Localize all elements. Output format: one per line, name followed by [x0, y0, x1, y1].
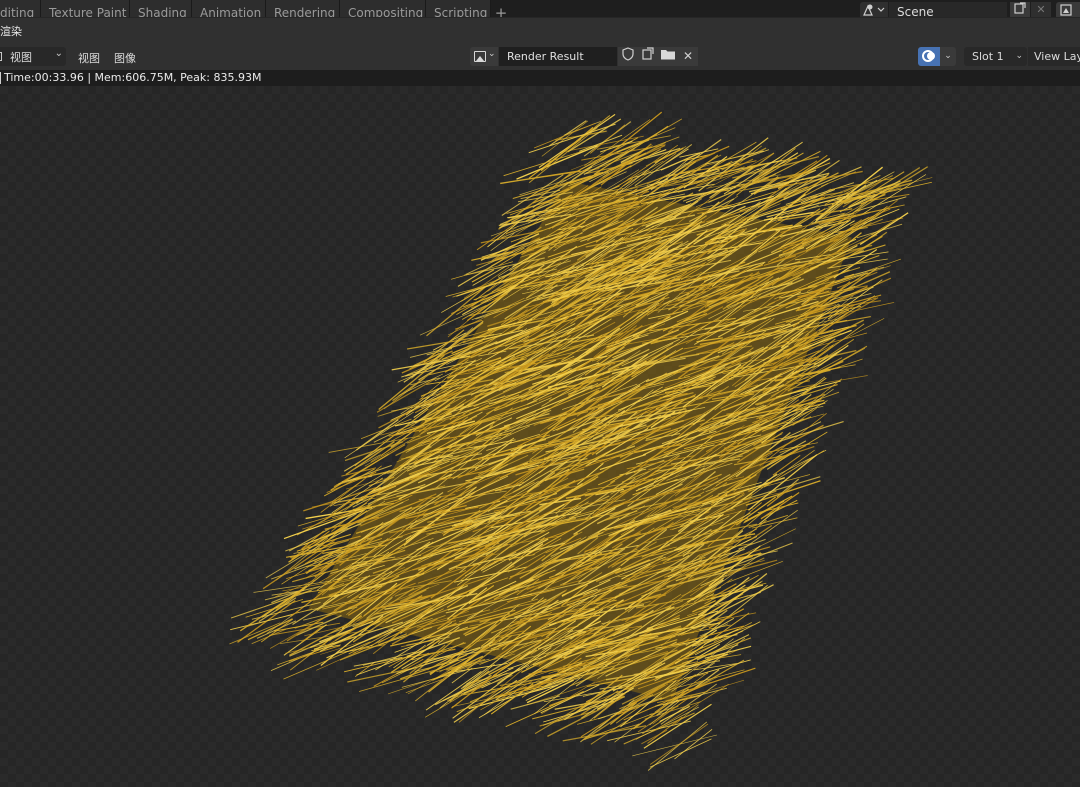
- window-title: 渲染: [0, 25, 22, 38]
- hair-strand: [855, 231, 888, 255]
- hair-strand: [788, 378, 843, 421]
- chevron-down-icon[interactable]: ⌄: [940, 47, 956, 66]
- workspace-tab-bar: diting Texture Paint Shading Animation R…: [0, 0, 1080, 17]
- add-workspace-button[interactable]: +: [491, 0, 511, 17]
- tab-label: Scripting: [434, 6, 488, 17]
- tab-label: Compositing: [348, 6, 424, 17]
- image-editor-icon: [0, 52, 2, 61]
- tab-layout-editing[interactable]: diting: [0, 0, 41, 17]
- color-alpha-icon-fill: [927, 52, 935, 60]
- display-channels-button[interactable]: [918, 47, 940, 66]
- tab-compositing[interactable]: Compositing: [340, 0, 426, 17]
- render-result-image: [229, 111, 933, 771]
- shield-icon[interactable]: [618, 47, 638, 66]
- chevron-down-icon: ⌄: [488, 49, 496, 59]
- menu-view[interactable]: 视图: [78, 50, 100, 66]
- render-stats: Time:00:33.96 | Mem:606.75M, Peak: 835.9…: [0, 70, 1080, 86]
- scene-browse-icon[interactable]: [860, 2, 888, 17]
- editor-mode-label: 视图: [10, 51, 32, 64]
- hair-strand: [548, 120, 587, 147]
- hair-strand: [861, 174, 927, 215]
- chevron-down-icon: ⌄: [54, 48, 63, 59]
- render-canvas[interactable]: [0, 86, 1080, 787]
- window-title-bar: 渲染: [0, 17, 1080, 43]
- tab-label: Shading: [138, 6, 187, 17]
- tab-texture-paint[interactable]: Texture Paint: [41, 0, 130, 17]
- hair-strand: [632, 734, 717, 757]
- hair-strand: [744, 495, 793, 523]
- tab-animation[interactable]: Animation: [192, 0, 266, 17]
- tab-rendering[interactable]: Rendering: [266, 0, 340, 17]
- tab-label: Texture Paint: [49, 6, 127, 17]
- new-image-icon[interactable]: [638, 47, 658, 66]
- hair-strand: [344, 655, 412, 673]
- tab-shading[interactable]: Shading: [130, 0, 192, 17]
- editor-type-dropdown[interactable]: 视图 ⌄: [0, 47, 66, 66]
- close-icon[interactable]: ✕: [678, 47, 698, 66]
- view-layer-dropdown[interactable]: View Layer: [1028, 47, 1080, 66]
- menu-image[interactable]: 图像: [114, 50, 136, 66]
- hair-strands: [229, 111, 933, 771]
- browse-image-button[interactable]: ⌄: [470, 47, 498, 66]
- chevron-down-icon: ⌄: [1015, 51, 1023, 61]
- tab-scripting[interactable]: Scripting: [426, 0, 491, 17]
- hair-strand: [398, 373, 443, 396]
- hair-strand: [533, 122, 596, 149]
- hair-strand: [419, 304, 487, 336]
- folder-icon[interactable]: [658, 47, 678, 66]
- new-scene-icon[interactable]: [1010, 2, 1030, 17]
- hair-strand: [844, 266, 885, 278]
- hair-strand: [424, 673, 498, 718]
- image-icon: [474, 51, 486, 62]
- view-layer-browse-icon[interactable]: [1056, 2, 1080, 17]
- tab-label: Animation: [200, 6, 262, 17]
- scene-name-field[interactable]: Scene: [889, 2, 1007, 17]
- hair-strand: [316, 652, 357, 671]
- slot-label: Slot 1: [972, 50, 1004, 63]
- tab-label: Rendering: [274, 6, 336, 17]
- slot-dropdown[interactable]: Slot 1 ⌄: [964, 47, 1027, 66]
- image-name-field[interactable]: Render Result: [499, 47, 617, 66]
- image-editor-header: 视图 ⌄ 视图 图像 ⌄ Render Result ✕ ⌄ Slot 1 ⌄ …: [0, 43, 1080, 70]
- delete-scene-icon[interactable]: ✕: [1031, 2, 1051, 17]
- hair-strand: [353, 656, 403, 667]
- tab-label: diting: [0, 6, 35, 17]
